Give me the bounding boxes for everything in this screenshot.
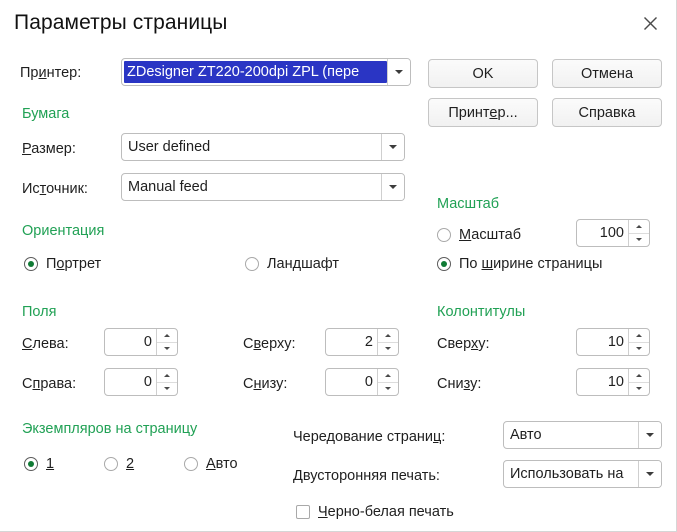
radio-copies-auto[interactable]: Авто xyxy=(184,455,238,473)
paper-source-label: Источник: xyxy=(22,181,88,197)
stepper-up-icon[interactable] xyxy=(157,369,177,382)
header-top-value: 10 xyxy=(607,334,624,350)
radio-orientation-portrait[interactable]: Портрет xyxy=(24,255,101,273)
headers-footers-group-heading: Колонтитулы xyxy=(437,304,526,320)
stepper-down-icon[interactable] xyxy=(378,381,398,396)
stepper-down-icon[interactable] xyxy=(157,341,177,356)
stepper-up-icon[interactable] xyxy=(157,329,177,342)
header-top-stepper[interactable]: 10 xyxy=(576,328,650,356)
chevron-down-icon[interactable] xyxy=(381,134,404,160)
footer-bottom-value: 10 xyxy=(607,374,624,390)
paper-size-value: User defined xyxy=(128,139,211,155)
stepper-buttons[interactable] xyxy=(377,369,398,395)
radio-mark xyxy=(437,228,451,242)
radio-mark xyxy=(184,457,198,471)
radio-mark xyxy=(437,257,451,271)
stepper-down-icon[interactable] xyxy=(629,341,649,356)
radio-mark xyxy=(245,257,259,271)
chevron-down-icon[interactable] xyxy=(638,461,661,487)
chevron-down-icon[interactable] xyxy=(638,422,661,448)
margin-right-stepper[interactable]: 0 xyxy=(104,368,178,396)
radio-label: 1 xyxy=(46,456,55,472)
duplex-value: Использовать на xyxy=(510,466,624,482)
radio-orientation-landscape[interactable]: Ландшафт xyxy=(245,255,339,273)
copies-group-heading: Экземпляров на страницу xyxy=(22,421,198,437)
ok-button[interactable]: OK xyxy=(428,59,538,88)
header-top-label: Сверху: xyxy=(437,336,490,352)
stepper-buttons[interactable] xyxy=(628,369,649,395)
margin-left-stepper[interactable]: 0 xyxy=(104,328,178,356)
help-button[interactable]: Справка xyxy=(552,98,662,127)
stepper-buttons[interactable] xyxy=(156,369,177,395)
footer-bottom-stepper[interactable]: 10 xyxy=(576,368,650,396)
radio-mark xyxy=(104,457,118,471)
paper-size-combo[interactable]: User defined xyxy=(121,133,405,161)
stepper-up-icon[interactable] xyxy=(629,369,649,382)
checkbox-black-and-white-print[interactable]: Черно-белая печать xyxy=(296,503,454,521)
radio-mark xyxy=(24,257,38,271)
stepper-buttons[interactable] xyxy=(628,220,649,246)
radio-scale-fit-width[interactable]: По ширине страницы xyxy=(437,255,602,273)
page-alternation-combo[interactable]: Авто xyxy=(503,421,662,449)
printer-label: Принтер: xyxy=(20,65,82,81)
margin-bottom-label: Снизу: xyxy=(243,376,288,392)
radio-copies-1[interactable]: 1 xyxy=(24,455,54,473)
stepper-down-icon[interactable] xyxy=(378,341,398,356)
printer-combo-value: ZDesigner ZT220-200dpi ZPL (пере xyxy=(124,61,387,83)
radio-mark xyxy=(24,457,38,471)
margin-left-label: Слева: xyxy=(22,336,69,352)
margin-right-value: 0 xyxy=(143,374,152,390)
margin-top-stepper[interactable]: 2 xyxy=(325,328,399,356)
dialog-titlebar: Параметры страницы xyxy=(0,0,676,48)
margin-top-value: 2 xyxy=(364,334,373,350)
stepper-up-icon[interactable] xyxy=(629,220,649,233)
page-alternation-value: Авто xyxy=(510,427,542,443)
cancel-button[interactable]: Отмена xyxy=(552,59,662,88)
stepper-down-icon[interactable] xyxy=(157,381,177,396)
checkbox-box xyxy=(296,505,310,519)
radio-copies-2[interactable]: 2 xyxy=(104,455,134,473)
radio-label: Масштаб xyxy=(459,227,522,243)
stepper-buttons[interactable] xyxy=(377,329,398,355)
duplex-combo[interactable]: Использовать на xyxy=(503,460,662,488)
page-title: Параметры страницы xyxy=(14,11,228,34)
radio-label: По ширине страницы xyxy=(459,256,603,272)
printer-button[interactable]: Принтер... xyxy=(428,98,538,127)
stepper-buttons[interactable] xyxy=(628,329,649,355)
margin-bottom-stepper[interactable]: 0 xyxy=(325,368,399,396)
duplex-label: Двусторонняя печать: xyxy=(293,468,440,484)
margin-top-label: Сверху: xyxy=(243,336,296,352)
orientation-group-heading: Ориентация xyxy=(22,223,105,239)
checkbox-label: Черно-белая печать xyxy=(318,504,454,520)
close-icon[interactable] xyxy=(635,9,665,37)
footer-bottom-label: Снизу: xyxy=(437,376,482,392)
stepper-up-icon[interactable] xyxy=(378,329,398,342)
radio-label: 2 xyxy=(126,456,135,472)
radio-label: Ландшафт xyxy=(267,256,340,272)
paper-group-heading: Бумага xyxy=(22,106,70,122)
paper-size-label: Размер: xyxy=(22,141,76,157)
radio-label: Авто xyxy=(206,456,238,472)
paper-source-combo[interactable]: Manual feed xyxy=(121,173,405,201)
chevron-down-icon[interactable] xyxy=(381,174,404,200)
scale-percent-stepper[interactable]: 100 xyxy=(576,219,650,247)
paper-source-value: Manual feed xyxy=(128,179,208,195)
margin-bottom-value: 0 xyxy=(364,374,373,390)
page-setup-dialog: Параметры страницы Принтер: ZDesigner ZT… xyxy=(0,0,677,532)
stepper-up-icon[interactable] xyxy=(629,329,649,342)
radio-label: Портрет xyxy=(46,256,102,272)
margin-left-value: 0 xyxy=(143,334,152,350)
chevron-down-icon[interactable] xyxy=(387,59,410,85)
margins-group-heading: Поля xyxy=(22,304,57,320)
stepper-down-icon[interactable] xyxy=(629,232,649,247)
scale-group-heading: Масштаб xyxy=(437,196,500,212)
scale-percent-value: 100 xyxy=(599,225,624,241)
stepper-buttons[interactable] xyxy=(156,329,177,355)
page-alternation-label: Чередование страниц: xyxy=(293,429,446,445)
printer-combo[interactable]: ZDesigner ZT220-200dpi ZPL (пере xyxy=(121,58,411,86)
radio-scale-percent[interactable]: Масштаб xyxy=(437,226,521,244)
margin-right-label: Справа: xyxy=(22,376,77,392)
stepper-down-icon[interactable] xyxy=(629,381,649,396)
stepper-up-icon[interactable] xyxy=(378,369,398,382)
